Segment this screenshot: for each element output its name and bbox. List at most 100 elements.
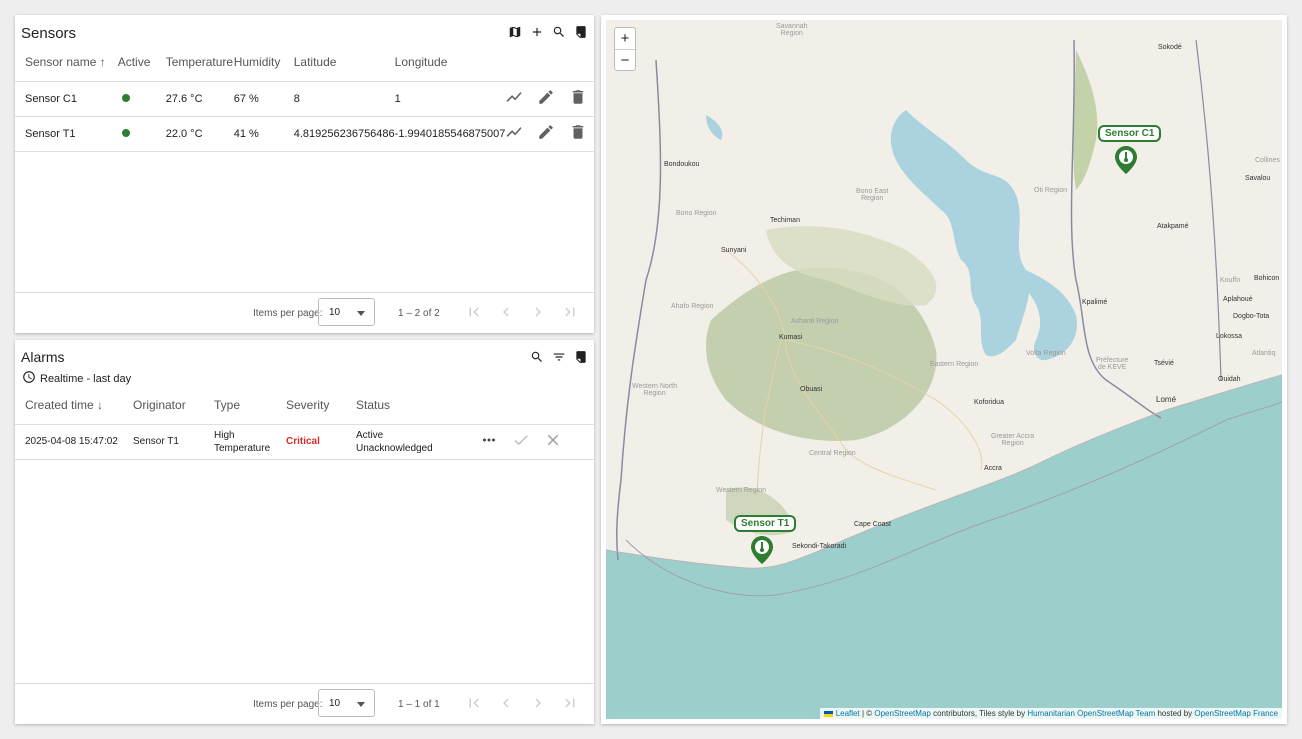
filter-icon[interactable] <box>552 350 566 364</box>
page-size-select[interactable]: 10 <box>318 298 375 326</box>
first-page-icon[interactable] <box>465 303 483 321</box>
col-actions <box>505 43 594 82</box>
col-temperature[interactable]: Temperature <box>153 43 234 82</box>
items-per-page-label: Items per page: <box>253 699 323 710</box>
map-icon[interactable] <box>508 25 522 39</box>
next-page-icon[interactable] <box>529 303 547 321</box>
sensors-header-row: Sensor name ↑ Active Temperature Humidit… <box>15 43 594 82</box>
sort-asc-icon: ↑ <box>99 54 106 69</box>
col-type[interactable]: Type <box>214 386 286 425</box>
page-range: 1 – 2 of 2 <box>398 308 440 319</box>
map-label: Koforidua <box>974 399 1004 406</box>
last-page-icon[interactable] <box>561 303 579 321</box>
sensor-name-cell: Sensor T1 <box>15 116 106 152</box>
zoom-in-button[interactable]: + <box>615 28 635 49</box>
map-label: Sokodé <box>1158 44 1182 51</box>
map-label: Cape Coast <box>854 521 891 528</box>
alarms-header-row: Created time ↓ Originator Type Severity … <box>15 386 594 425</box>
last-page-icon[interactable] <box>561 694 579 712</box>
leaflet-link[interactable]: Leaflet <box>836 709 860 718</box>
map-label: Ahafo Region <box>671 303 714 310</box>
map-label: Collines <box>1255 157 1280 164</box>
col-originator[interactable]: Originator <box>133 386 214 425</box>
map-label: Western Region <box>716 487 767 494</box>
col-severity[interactable]: Severity <box>286 386 356 425</box>
add-icon[interactable] <box>530 25 544 39</box>
sensor-marker-icon[interactable] <box>751 536 773 564</box>
map-label: Lokossa <box>1216 333 1243 340</box>
col-actions <box>480 386 594 425</box>
marker-label-sensor-t1[interactable]: Sensor T1 <box>734 515 797 532</box>
search-icon[interactable] <box>530 350 544 364</box>
table-row[interactable]: Sensor T1 22.0 °C 41 % 4.819256236756486… <box>15 116 594 152</box>
col-humidity[interactable]: Humidity <box>233 43 294 82</box>
col-latitude[interactable]: Latitude <box>293 43 395 82</box>
table-row[interactable]: 2025-04-08 15:47:02 Sensor T1 High Tempe… <box>15 424 594 460</box>
attribution-text: hosted by <box>1155 709 1195 718</box>
map-label: Lomé <box>1156 395 1177 404</box>
type-line2: Temperature <box>214 442 271 454</box>
map-label: Eastern Region <box>930 361 979 368</box>
export-icon[interactable] <box>574 350 588 364</box>
col-sensor-name[interactable]: Sensor name ↑ <box>15 43 106 82</box>
chart-icon[interactable] <box>505 88 523 109</box>
edit-icon[interactable] <box>537 123 555 144</box>
map-label: Préfecture de KEVE <box>1096 357 1129 371</box>
map-label: Kumasi <box>779 334 803 341</box>
sensors-table: Sensor name ↑ Active Temperature Humidit… <box>15 43 594 152</box>
prev-page-icon[interactable] <box>497 694 515 712</box>
map-label: Central Region <box>809 450 856 457</box>
col-active[interactable]: Active <box>105 43 154 82</box>
page-range: 1 – 1 of 1 <box>398 699 440 710</box>
first-page-icon[interactable] <box>465 694 483 712</box>
zoom-out-button[interactable]: − <box>615 49 635 70</box>
more-icon[interactable] <box>480 431 498 452</box>
export-icon[interactable] <box>574 25 588 39</box>
col-created-time[interactable]: Created time ↓ <box>15 386 133 425</box>
actions-cell <box>480 424 594 460</box>
page-size-select[interactable]: 10 <box>318 689 375 717</box>
map-attribution: Leaflet | © OpenStreetMap contributors, … <box>820 708 1282 719</box>
col-status[interactable]: Status <box>356 386 480 425</box>
humidity-cell: 41 % <box>233 116 294 152</box>
osmfr-link[interactable]: OpenStreetMap France <box>1194 709 1278 718</box>
attribution-text: | © <box>859 709 875 718</box>
map-tiles <box>606 39 1282 719</box>
actions-cell <box>505 116 594 152</box>
acknowledge-icon[interactable] <box>512 431 530 452</box>
active-cell <box>105 116 154 152</box>
alarms-title: Alarms <box>21 349 65 365</box>
time-window-selector[interactable]: Realtime - last day <box>22 370 131 387</box>
edit-icon[interactable] <box>537 88 555 109</box>
map-label: Atlantiq <box>1252 350 1276 357</box>
active-dot <box>121 128 130 137</box>
next-page-icon[interactable] <box>529 694 547 712</box>
hot-link[interactable]: Humanitarian OpenStreetMap Team <box>1027 709 1155 718</box>
map-label: Sunyani <box>721 247 747 254</box>
map-label: Volta Region <box>1026 350 1066 357</box>
alarms-panel: Alarms Realtime - last day Created time … <box>15 340 594 724</box>
temperature-cell: 22.0 °C <box>153 116 234 152</box>
map-label: Techiman <box>770 217 800 224</box>
delete-icon[interactable] <box>569 88 587 109</box>
created-cell: 2025-04-08 15:47:02 <box>15 424 133 460</box>
map-label: Ouidah <box>1218 376 1241 383</box>
page-size-value: 10 <box>329 698 341 709</box>
sensor-marker-icon[interactable] <box>1115 146 1137 174</box>
status-line1: Active <box>356 429 384 441</box>
alarms-table: Created time ↓ Originator Type Severity … <box>15 386 594 460</box>
table-row[interactable]: Sensor C1 27.6 °C 67 % 8 1 <box>15 81 594 117</box>
chart-icon[interactable] <box>505 123 523 144</box>
clear-icon[interactable] <box>544 431 562 452</box>
map-label: Bohicon <box>1254 275 1280 282</box>
severity-cell: Critical <box>286 424 356 460</box>
sensors-paginator: Items per page: 10 1 – 2 of 2 <box>15 292 594 332</box>
delete-icon[interactable] <box>569 123 587 144</box>
map-view[interactable]: Savannah Region Sokodé Bondoukou Bono Ea… <box>606 20 1282 719</box>
map-label: Ashanti Region <box>791 318 839 325</box>
marker-label-sensor-c1[interactable]: Sensor C1 <box>1098 125 1162 142</box>
col-longitude[interactable]: Longitude <box>394 43 506 82</box>
search-icon[interactable] <box>552 25 566 39</box>
osm-link[interactable]: OpenStreetMap <box>874 709 930 718</box>
prev-page-icon[interactable] <box>497 303 515 321</box>
